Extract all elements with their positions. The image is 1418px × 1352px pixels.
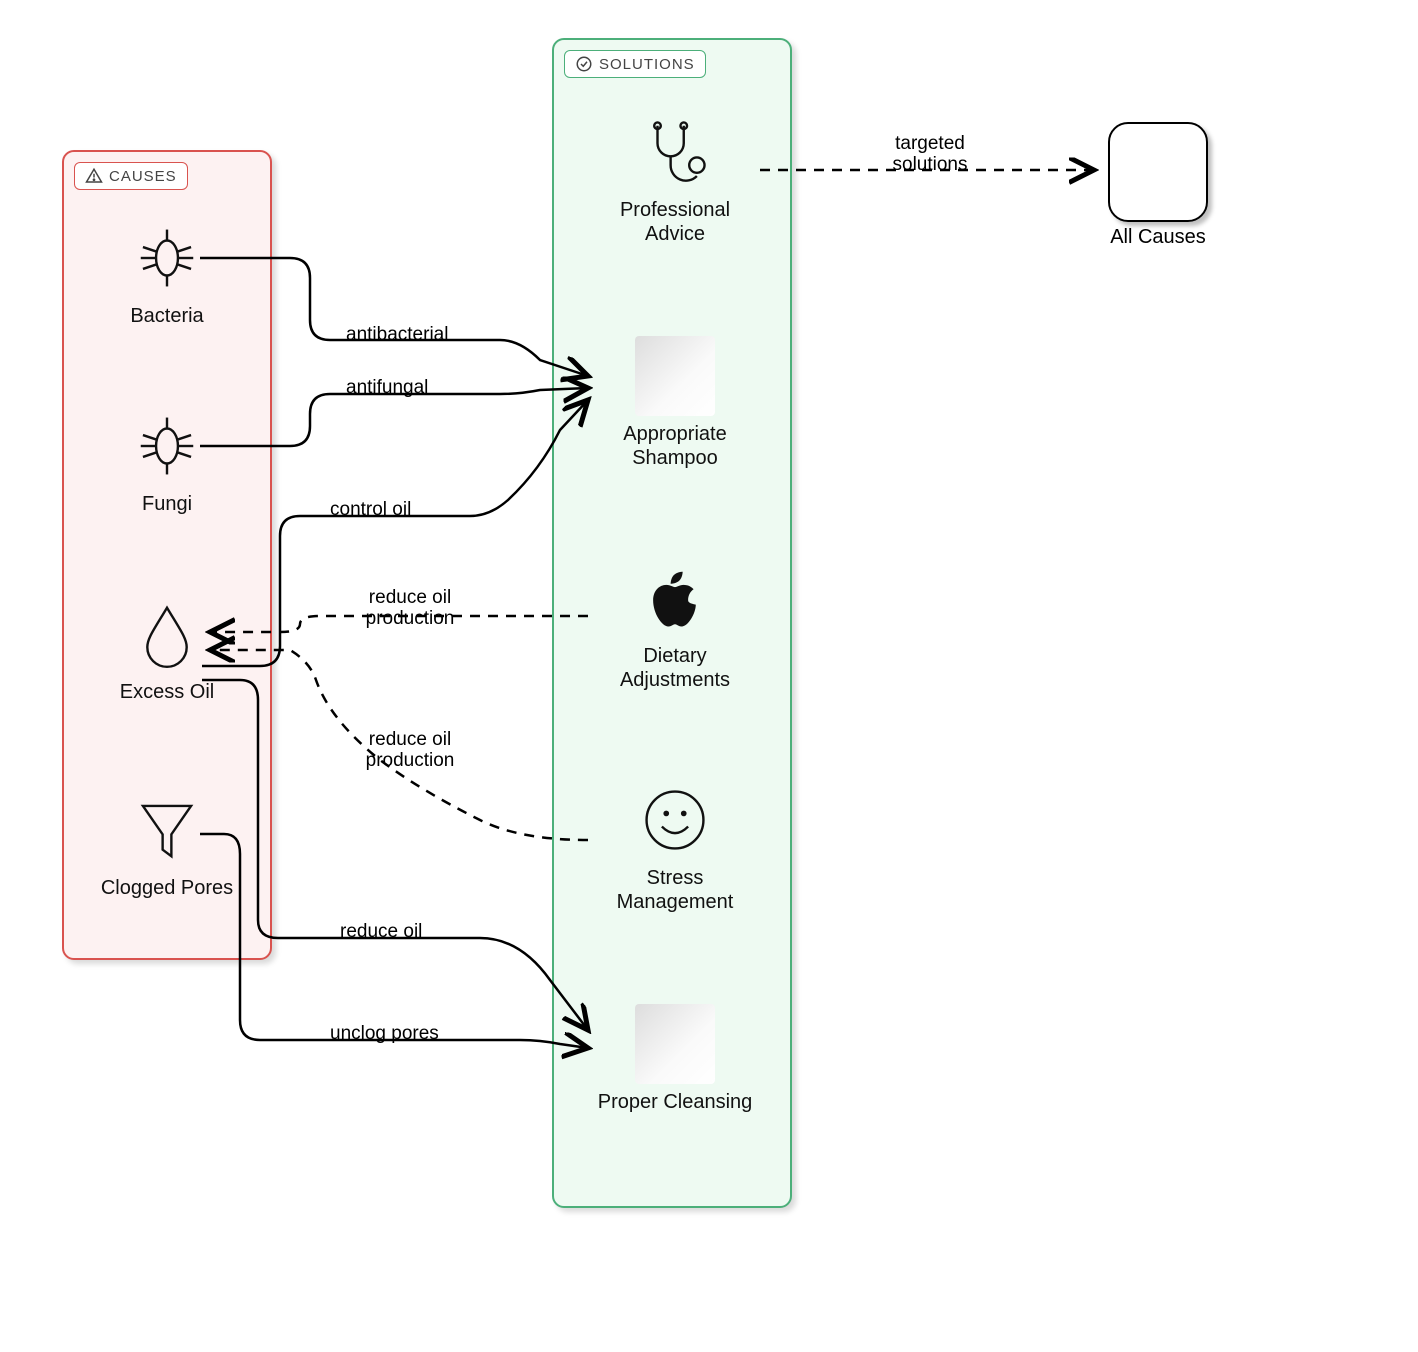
solution-advice-label: Professional Advice xyxy=(590,198,760,246)
causes-badge: CAUSES xyxy=(74,162,188,190)
stethoscope-icon xyxy=(635,112,715,192)
cause-oil-label: Excess Oil xyxy=(120,680,214,704)
cause-bacteria: Bacteria xyxy=(82,218,252,328)
solution-appropriate-shampoo: Appropriate Shampoo xyxy=(590,336,760,470)
causes-title: CAUSES xyxy=(109,168,177,185)
label-reduce-oil: reduce oil xyxy=(340,922,422,943)
label-targeted-solutions: targeted solutions xyxy=(880,134,980,176)
cause-pores-label: Clogged Pores xyxy=(101,876,233,900)
solution-stress-management: Stress Management xyxy=(590,780,760,914)
funnel-icon xyxy=(127,790,207,870)
check-circle-icon xyxy=(575,55,593,73)
solutions-badge: SOLUTIONS xyxy=(564,50,706,78)
label-unclog-pores: unclog pores xyxy=(330,1024,439,1045)
all-causes-label: All Causes xyxy=(1098,226,1218,249)
label-stress-oil: reduce oil production xyxy=(350,730,470,772)
shampoo-placeholder-icon xyxy=(635,336,715,416)
label-diet-oil: reduce oil production xyxy=(350,588,470,630)
solution-cleansing-label: Proper Cleansing xyxy=(598,1090,753,1114)
cause-excess-oil: Excess Oil xyxy=(82,594,252,704)
solution-shampoo-label: Appropriate Shampoo xyxy=(590,422,760,470)
solution-diet-label: Dietary Adjustments xyxy=(590,644,760,692)
label-antifungal: antifungal xyxy=(346,378,428,399)
cause-clogged-pores: Clogged Pores xyxy=(82,790,252,900)
label-antibacterial: antibacterial xyxy=(346,325,448,346)
solution-dietary-adjustments: Dietary Adjustments xyxy=(590,558,760,692)
cause-fungi: Fungi xyxy=(82,406,252,516)
all-causes-box xyxy=(1108,122,1208,222)
solution-professional-advice: Professional Advice xyxy=(590,112,760,246)
apple-icon xyxy=(635,558,715,638)
bug-icon xyxy=(127,406,207,486)
bug-icon xyxy=(127,218,207,298)
cause-bacteria-label: Bacteria xyxy=(130,304,203,328)
cleansing-placeholder-icon xyxy=(635,1004,715,1084)
solutions-title: SOLUTIONS xyxy=(599,56,695,73)
warning-icon xyxy=(85,167,103,185)
droplet-icon xyxy=(127,594,207,674)
cause-fungi-label: Fungi xyxy=(142,492,192,516)
solution-stress-label: Stress Management xyxy=(590,866,760,914)
smile-icon xyxy=(635,780,715,860)
label-control-oil: control oil xyxy=(330,500,411,521)
solution-proper-cleansing: Proper Cleansing xyxy=(590,1004,760,1114)
all-causes-node: All Causes xyxy=(1098,122,1218,249)
